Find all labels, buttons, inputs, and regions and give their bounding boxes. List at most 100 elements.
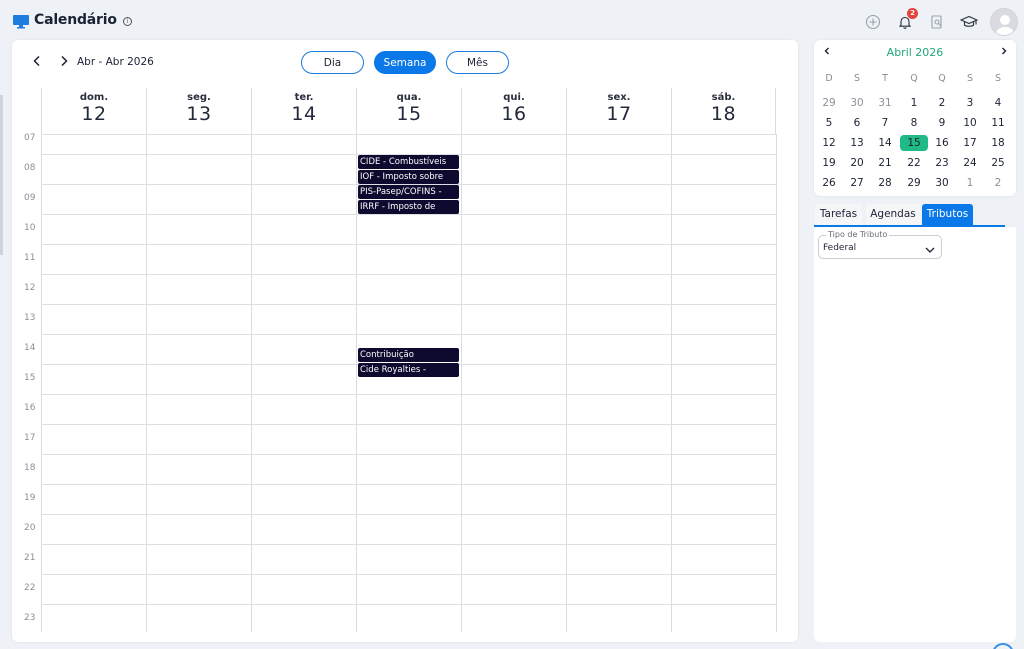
hour-label: 07: [24, 133, 36, 143]
mini-day[interactable]: 5: [815, 115, 843, 131]
column-divider: [146, 134, 147, 632]
hour-line: [41, 304, 777, 305]
monitor-icon: [13, 14, 29, 28]
mini-day[interactable]: 26: [815, 175, 843, 191]
mini-day[interactable]: 17: [956, 135, 984, 151]
mini-day[interactable]: 8: [900, 115, 928, 131]
next-week-button[interactable]: [57, 55, 71, 71]
mini-day[interactable]: 31: [871, 95, 899, 111]
day-header[interactable]: sáb. 18: [671, 88, 776, 134]
chevron-down-icon: [924, 241, 936, 253]
graduation-cap-icon[interactable]: [958, 11, 980, 33]
mini-day[interactable]: 23: [928, 155, 956, 171]
brand: Calendário i: [13, 12, 132, 28]
mini-day[interactable]: 27: [843, 175, 871, 191]
day-header[interactable]: qua. 15: [356, 88, 461, 134]
mini-next-month-button[interactable]: [1000, 46, 1008, 59]
mini-day[interactable]: 3: [956, 95, 984, 111]
day-header[interactable]: ter. 14: [251, 88, 356, 134]
hour-line: [41, 574, 777, 575]
hour-line: [41, 454, 777, 455]
tab-tarefas[interactable]: Tarefas: [815, 204, 862, 225]
hour-line: [41, 424, 777, 425]
mini-day[interactable]: 19: [815, 155, 843, 171]
mini-day[interactable]: 10: [956, 115, 984, 131]
help-fab-icon[interactable]: [992, 643, 1014, 649]
mini-day[interactable]: 29: [815, 95, 843, 111]
calendar-event[interactable]: IRRF - Imposto de: [358, 200, 459, 214]
hour-line: [41, 544, 777, 545]
mini-day[interactable]: 11: [984, 115, 1012, 131]
mini-day[interactable]: 29: [900, 175, 928, 191]
view-day-button[interactable]: Dia: [301, 51, 364, 74]
mini-day[interactable]: 25: [984, 155, 1012, 171]
mini-day[interactable]: 30: [843, 95, 871, 111]
mini-day[interactable]: 13: [843, 135, 871, 151]
tipo-tributo-select[interactable]: Tipo de Tributo Federal: [818, 230, 942, 259]
mini-day[interactable]: 12: [815, 135, 843, 151]
notification-badge: 2: [907, 8, 918, 19]
side-drawer-handle[interactable]: [0, 95, 3, 255]
calendar-event[interactable]: Cide Royalties -: [358, 363, 459, 377]
mini-day[interactable]: 24: [956, 155, 984, 171]
mini-day[interactable]: 1: [956, 175, 984, 191]
mini-day[interactable]: 7: [871, 115, 899, 131]
calendar-event[interactable]: Contribuição: [358, 348, 459, 362]
view-month-button[interactable]: Mês: [446, 51, 509, 74]
mini-day[interactable]: 2: [984, 175, 1012, 191]
hour-line: [41, 394, 777, 395]
mini-day[interactable]: 30: [928, 175, 956, 191]
weekday-label: T: [882, 73, 888, 84]
date-range-label: Abr - Abr 2026: [77, 56, 154, 68]
calendar-event[interactable]: CIDE - Combustíveis: [358, 155, 459, 169]
weekday-label: Q: [938, 73, 946, 84]
search-document-icon[interactable]: [926, 11, 948, 33]
plus-circle-icon[interactable]: [862, 11, 884, 33]
tab-tributos[interactable]: Tributos: [922, 204, 973, 225]
mini-day[interactable]: 2: [928, 95, 956, 111]
hour-label: 19: [24, 493, 36, 503]
mini-day[interactable]: 20: [843, 155, 871, 171]
hour-label: 17: [24, 433, 36, 443]
info-icon[interactable]: i: [122, 16, 132, 26]
mini-day[interactable]: 14: [871, 135, 899, 151]
select-value: Federal: [823, 243, 857, 253]
hour-label: 16: [24, 403, 36, 413]
hour-label: 12: [24, 283, 36, 293]
mini-day[interactable]: 9: [928, 115, 956, 131]
mini-day[interactable]: 6: [843, 115, 871, 131]
mini-day[interactable]: 22: [900, 155, 928, 171]
column-divider: [566, 134, 567, 632]
column-divider: [776, 134, 777, 632]
mini-day[interactable]: 16: [928, 135, 956, 151]
mini-day[interactable]: 4: [984, 95, 1012, 111]
hour-label: 14: [24, 343, 36, 353]
day-header[interactable]: dom. 12: [41, 88, 146, 134]
tab-agendas[interactable]: Agendas: [866, 204, 920, 225]
mini-calendar-title: Abril 2026: [886, 46, 944, 59]
day-header[interactable]: qui. 16: [461, 88, 566, 134]
bell-icon[interactable]: 2: [894, 8, 918, 33]
avatar[interactable]: [990, 8, 1018, 36]
calendar-event[interactable]: PIS-Pasep/COFINS -: [358, 185, 459, 199]
mini-day-today[interactable]: 15: [900, 135, 928, 151]
column-divider: [41, 134, 42, 632]
mini-day[interactable]: 28: [871, 175, 899, 191]
hour-label: 20: [24, 523, 36, 533]
day-header[interactable]: sex. 17: [566, 88, 671, 134]
week-calendar: Abr - Abr 2026 Dia Semana Mês dom. 12 se…: [12, 40, 798, 642]
hour-label: 13: [24, 313, 36, 323]
mini-calendar: Abril 2026 D S T Q Q S S 29 30 31 1 2 3 …: [814, 40, 1016, 196]
prev-week-button[interactable]: [30, 55, 44, 71]
week-grid: dom. 12 seg. 13 ter. 14 qua. 15 qui. 16 …: [12, 88, 777, 632]
mini-day[interactable]: 1: [900, 95, 928, 111]
day-header[interactable]: seg. 13: [146, 88, 251, 134]
hour-label: 15: [24, 373, 36, 383]
mini-day[interactable]: 18: [984, 135, 1012, 151]
weekday-label: D: [825, 73, 833, 84]
view-week-button[interactable]: Semana: [374, 51, 436, 74]
weekday-label: Q: [910, 73, 918, 84]
calendar-event[interactable]: IOF - Imposto sobre: [358, 170, 459, 184]
top-actions: 2: [862, 8, 1018, 36]
mini-day[interactable]: 21: [871, 155, 899, 171]
